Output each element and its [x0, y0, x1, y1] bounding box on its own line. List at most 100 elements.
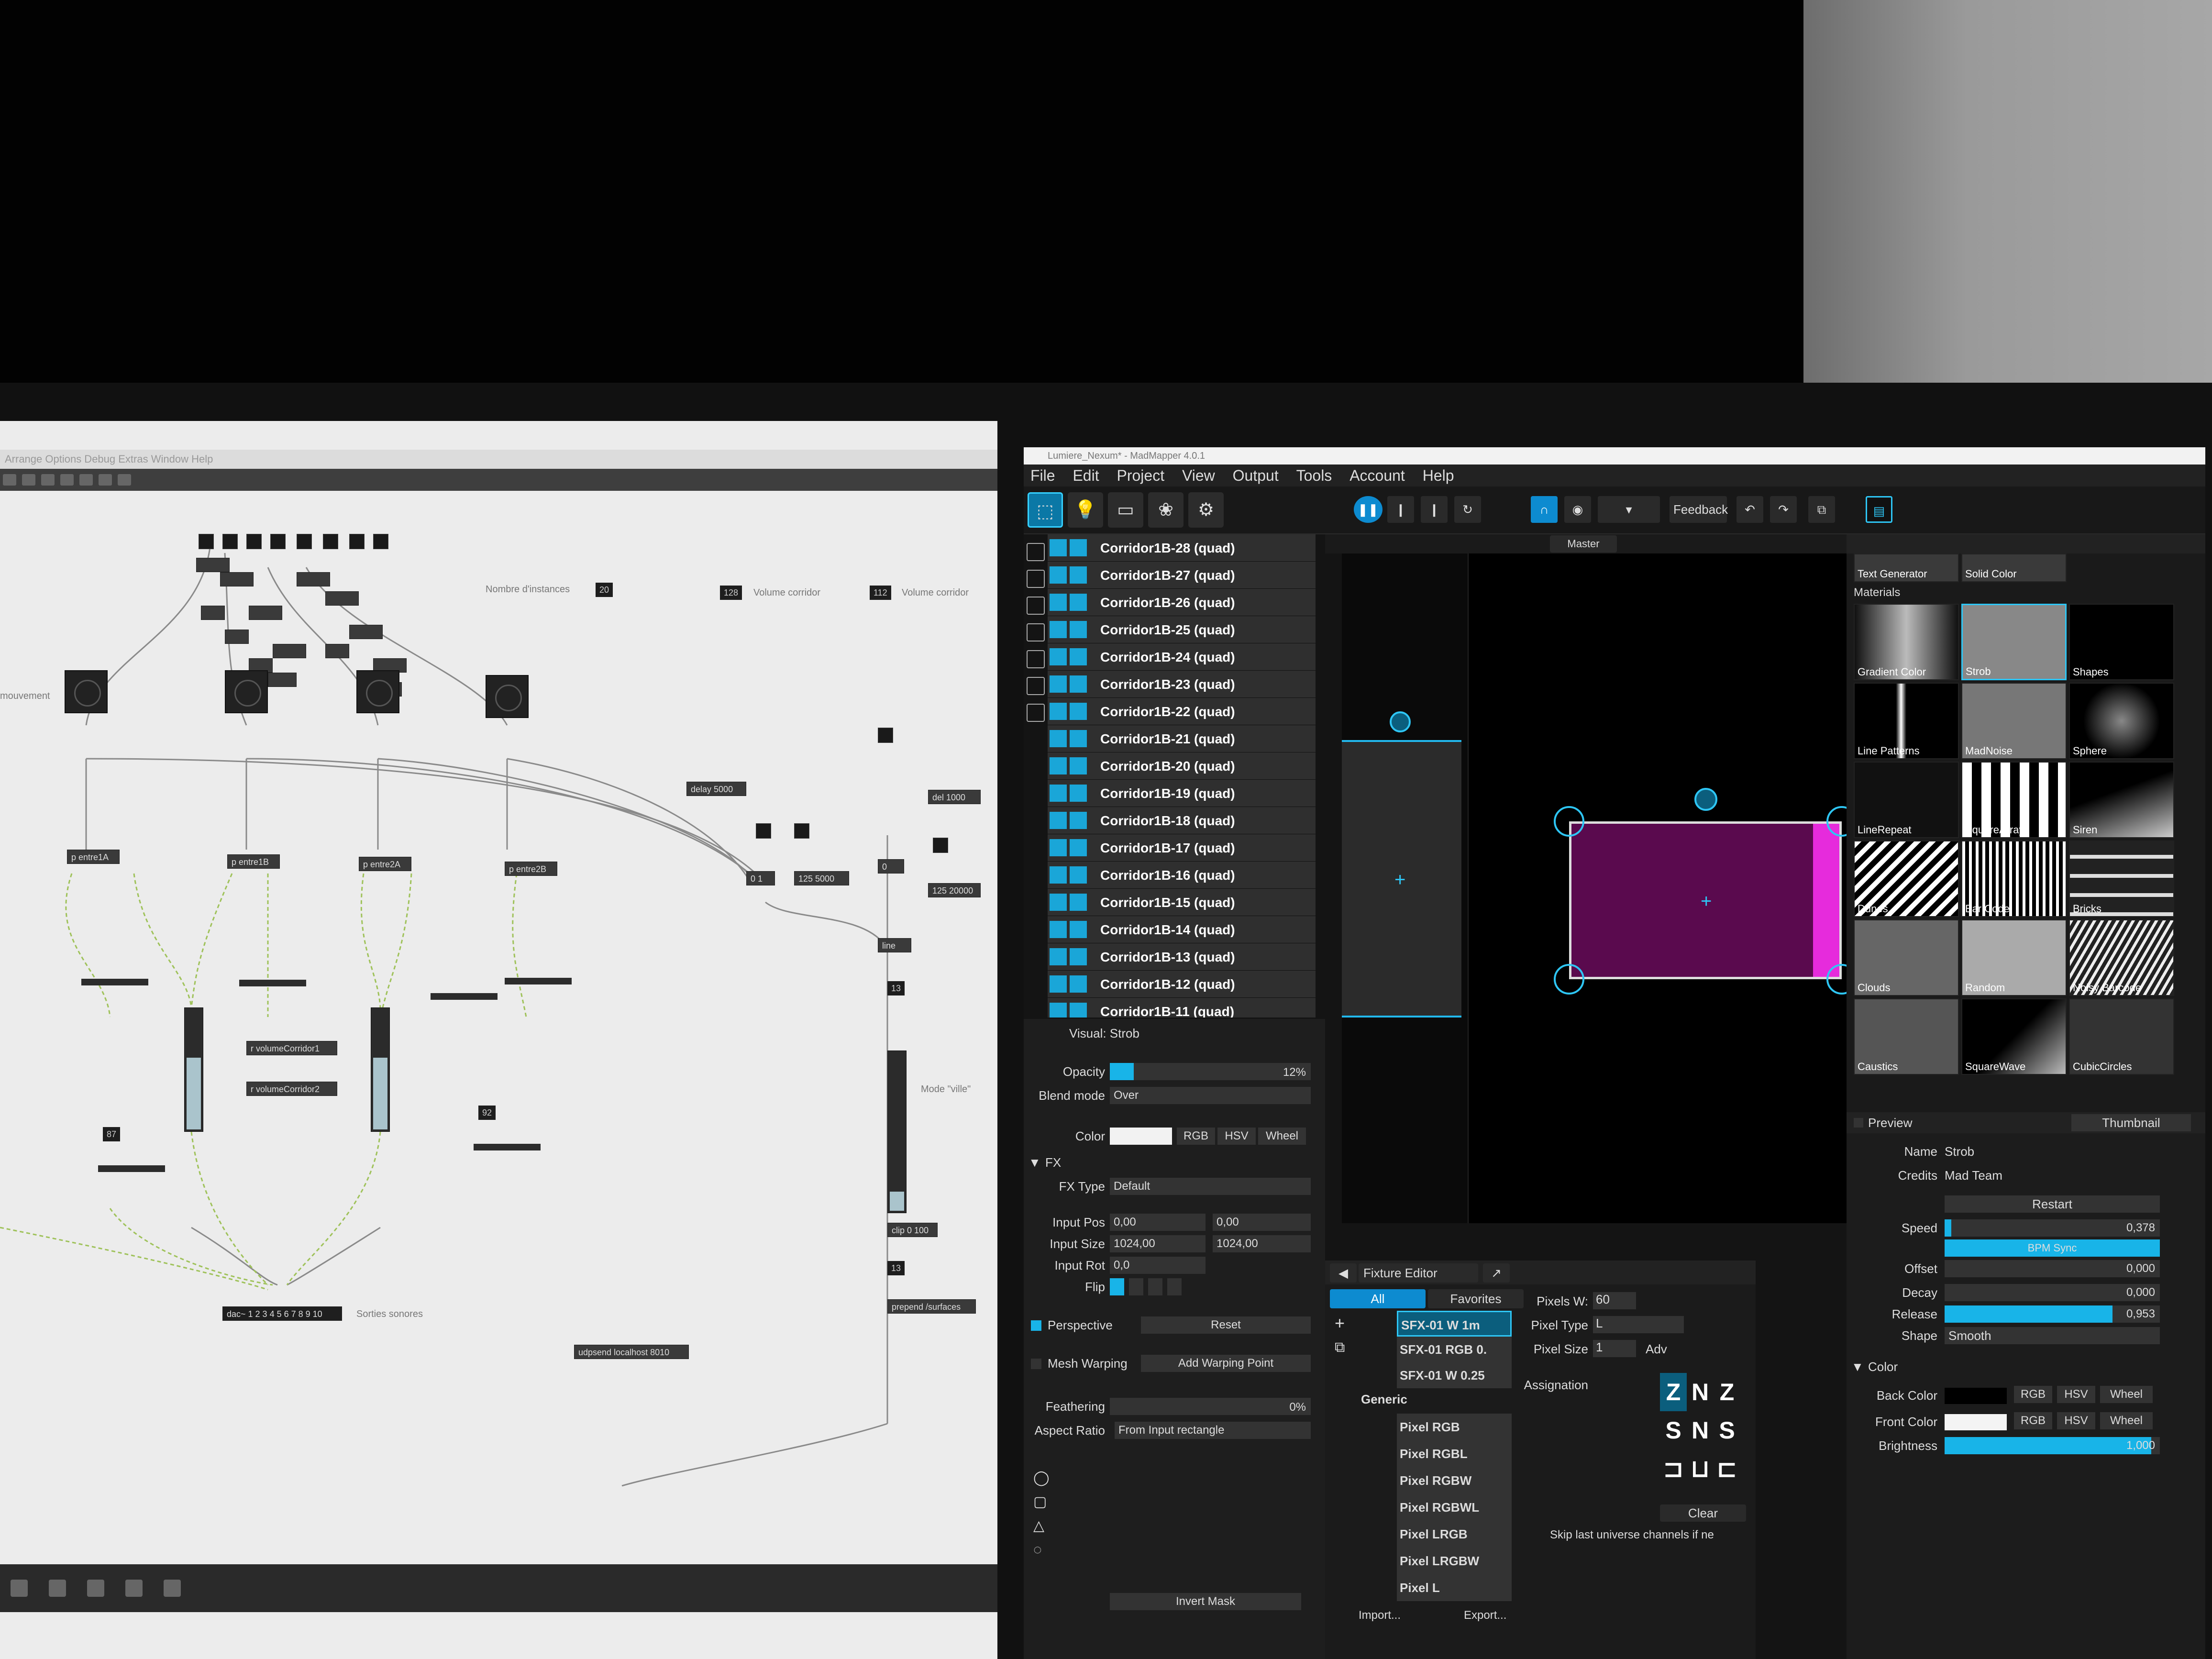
loop-icon[interactable]: ↻: [1454, 496, 1481, 523]
list-item[interactable]: Corridor1B-26 (quad): [1048, 589, 1316, 616]
patch-object[interactable]: 125 5000: [794, 871, 849, 885]
restart-button[interactable]: Restart: [1945, 1195, 2160, 1213]
patch-object[interactable]: p entre1A: [67, 850, 120, 864]
visibility-icon[interactable]: [1050, 621, 1067, 638]
pixel-size-field[interactable]: 1: [1593, 1340, 1636, 1357]
toggle[interactable]: [933, 838, 948, 853]
toolbar-icon[interactable]: [87, 1580, 104, 1597]
circle-mask-icon[interactable]: ◯: [1033, 1466, 1052, 1490]
visibility-icon[interactable]: [1050, 539, 1067, 556]
list-item[interactable]: Pixel L: [1397, 1574, 1512, 1601]
patch-object[interactable]: [268, 673, 297, 687]
menu-output[interactable]: Output: [1226, 465, 1285, 487]
button-object[interactable]: [65, 670, 108, 713]
cube-tool-icon[interactable]: [1027, 677, 1045, 695]
display-dropdown[interactable]: ▾: [1598, 496, 1660, 523]
number-box[interactable]: 87: [103, 1127, 121, 1141]
patch-object[interactable]: [225, 630, 249, 644]
input-pos-x-field[interactable]: 0,00: [1110, 1214, 1206, 1231]
toggle[interactable]: [373, 534, 388, 549]
visibility-icon[interactable]: [1050, 975, 1067, 993]
pause-icon[interactable]: ❚❚: [1354, 496, 1382, 523]
lock-icon[interactable]: [1070, 921, 1087, 938]
snake-icon[interactable]: ⊐: [1660, 1449, 1687, 1488]
patch-object[interactable]: udpsend localhost 8010: [574, 1345, 689, 1359]
material-tile[interactable]: Siren: [2069, 762, 2174, 838]
patch-object[interactable]: [297, 572, 330, 586]
material-tile[interactable]: Solid Color: [1961, 553, 2067, 582]
patch-object[interactable]: [201, 606, 225, 620]
invert-mask-button[interactable]: Invert Mask: [1110, 1593, 1301, 1610]
back-icon[interactable]: ◀: [1330, 1263, 1357, 1283]
undo-icon[interactable]: ↶: [1736, 496, 1763, 523]
mesh-checkbox[interactable]: [1031, 1359, 1041, 1369]
patch-object[interactable]: prepend /surfaces: [887, 1299, 976, 1314]
front-color-swatch[interactable]: [1945, 1414, 2007, 1430]
button-object[interactable]: [356, 670, 399, 713]
clear-button[interactable]: Clear: [1660, 1504, 1746, 1522]
toolbar-icon[interactable]: [79, 474, 93, 486]
lock-icon[interactable]: [1070, 730, 1087, 747]
toolbar-icon[interactable]: [60, 474, 74, 486]
lock-icon[interactable]: [1070, 703, 1087, 720]
patch-object[interactable]: [220, 572, 254, 586]
patch-object[interactable]: [325, 644, 349, 658]
lock-icon[interactable]: [1070, 757, 1087, 774]
lasso-mask-icon[interactable]: ◌: [1033, 1538, 1052, 1562]
bpm-sync-button[interactable]: BPM Sync: [1945, 1239, 2160, 1257]
toggle[interactable]: [794, 823, 809, 839]
library-icon[interactable]: ▤: [1866, 496, 1892, 523]
material-tile[interactable]: Noisy Barcode: [2069, 919, 2174, 996]
aspect-ratio-select[interactable]: From Input rectangle: [1115, 1422, 1311, 1439]
lock-icon[interactable]: [1070, 1003, 1087, 1018]
tab-all[interactable]: All: [1330, 1289, 1426, 1308]
material-tile[interactable]: Dunes: [1854, 841, 1959, 917]
visibility-icon[interactable]: [1050, 566, 1067, 584]
list-item[interactable]: Pixel LRGBW: [1397, 1548, 1512, 1574]
settings-gear-icon[interactable]: ⚙: [1188, 492, 1224, 528]
visibility-icon[interactable]: [1050, 839, 1067, 856]
list-item[interactable]: SFX-01 W 0.25: [1397, 1362, 1512, 1388]
material-tile[interactable]: SquareWave: [1961, 998, 2067, 1075]
add-icon[interactable]: +: [1335, 1313, 1345, 1333]
list-item[interactable]: Corridor1B-25 (quad): [1048, 616, 1316, 643]
zigzag-icon[interactable]: S: [1660, 1411, 1687, 1449]
decay-slider[interactable]: 0,000: [1945, 1284, 2160, 1301]
patch-object[interactable]: p entre2A: [359, 857, 411, 871]
list-item[interactable]: Pixel LRGB: [1397, 1521, 1512, 1548]
move-handle[interactable]: [1694, 788, 1717, 811]
material-tile[interactable]: Shapes: [2069, 604, 2174, 680]
number-box[interactable]: 13: [887, 1261, 905, 1275]
patch-object[interactable]: del 1000: [928, 790, 981, 804]
tab-favorites[interactable]: Favorites: [1428, 1289, 1524, 1308]
toggle[interactable]: [756, 823, 771, 839]
menu-edit[interactable]: Edit: [1066, 465, 1106, 487]
release-slider[interactable]: 0,953: [1945, 1305, 2160, 1323]
material-tile[interactable]: Caustics: [1854, 998, 1959, 1075]
lock-icon[interactable]: [1070, 594, 1087, 611]
modules-tab-icon[interactable]: ❀: [1148, 492, 1183, 528]
redo-icon[interactable]: ↷: [1770, 496, 1797, 523]
list-item[interactable]: Corridor1B-20 (quad): [1048, 752, 1316, 780]
visibility-icon[interactable]: [1050, 812, 1067, 829]
patch-object[interactable]: [249, 606, 282, 620]
material-tile[interactable]: Text Generator: [1854, 553, 1959, 582]
patch-object[interactable]: [239, 980, 306, 986]
mask-tool-icon[interactable]: [1027, 704, 1045, 722]
toggle[interactable]: [222, 534, 238, 549]
quad-mask-icon[interactable]: ▢: [1033, 1490, 1052, 1514]
patch-object[interactable]: 0: [878, 859, 904, 874]
list-item[interactable]: Corridor1B-19 (quad): [1048, 780, 1316, 807]
wheel-button[interactable]: Wheel: [1258, 1128, 1306, 1145]
patch-object[interactable]: [431, 993, 498, 1000]
list-item[interactable]: Corridor1B-23 (quad): [1048, 671, 1316, 698]
toolbar-icon[interactable]: [11, 1580, 28, 1597]
material-tile[interactable]: MadNoise: [1961, 683, 2067, 759]
snake-icon[interactable]: ⊏: [1714, 1449, 1740, 1488]
speed-slider[interactable]: 0,378: [1945, 1219, 2160, 1237]
list-item[interactable]: Corridor1B-14 (quad): [1048, 916, 1316, 943]
material-tile[interactable]: Sphere: [2069, 683, 2174, 759]
button-object[interactable]: [225, 670, 268, 713]
material-tile[interactable]: SquareArray: [1961, 762, 2067, 838]
patch-object[interactable]: [349, 625, 383, 639]
